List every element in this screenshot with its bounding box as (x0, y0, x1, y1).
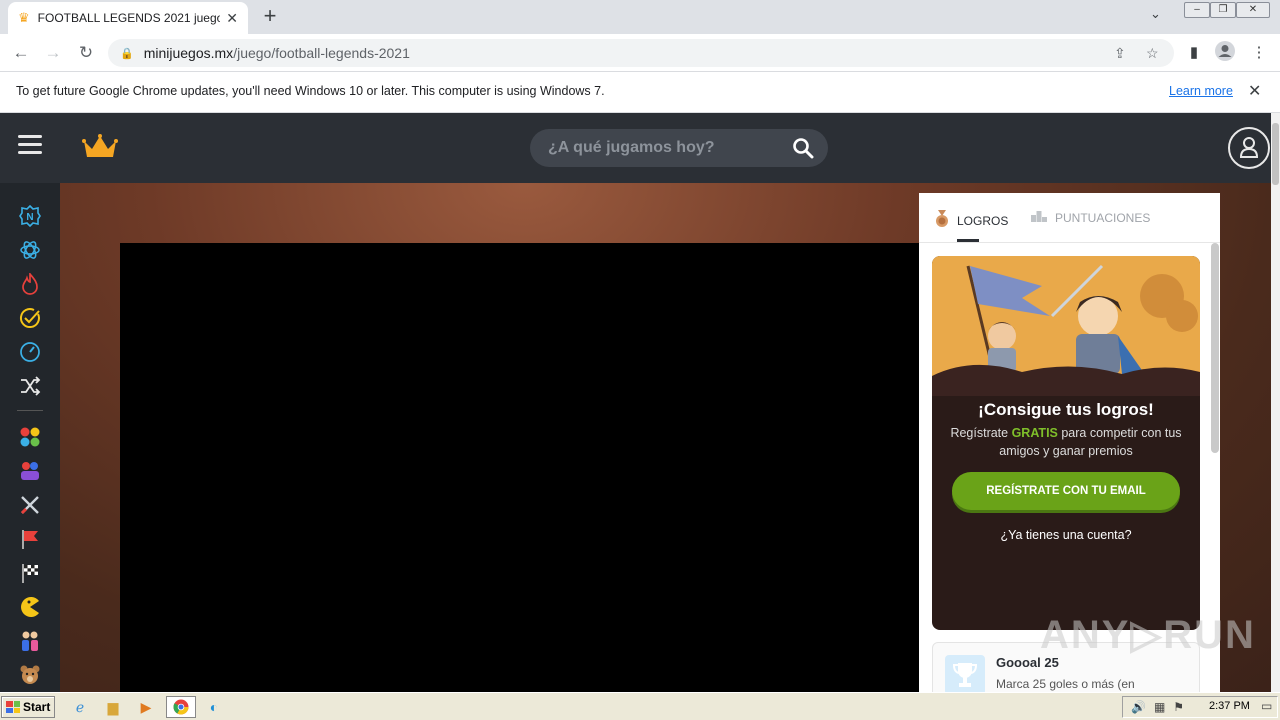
side-panel-icon[interactable]: ▮ (1181, 40, 1207, 66)
bookmark-star-icon[interactable]: ☆ (1146, 39, 1159, 67)
start-button[interactable]: Start (1, 696, 55, 718)
flag-icon[interactable] (18, 527, 42, 551)
medal-icon (935, 210, 949, 231)
learn-more-link[interactable]: Learn more (1169, 84, 1233, 98)
new-badge-icon[interactable]: N (18, 204, 42, 228)
check-circle-icon[interactable] (18, 306, 42, 330)
clock[interactable]: 2:37 PM (1209, 700, 1250, 712)
start-label: Start (23, 700, 51, 714)
multiplayer-icon[interactable] (18, 459, 42, 483)
tab-strip: ♛ FOOTBALL LEGENDS 2021 juego gra ✕ + ⌄ … (0, 0, 1280, 34)
browser-toolbar: ← → ↻ 🔒 minijuegos.mx/juego/football-leg… (0, 34, 1280, 72)
internet-explorer-icon[interactable]: ℯ (68, 696, 92, 718)
achievement-description: Marca 25 goles o más (en (996, 677, 1135, 691)
tab-close-icon[interactable]: ✕ (226, 10, 238, 27)
hamburger-menu-icon[interactable] (18, 135, 42, 159)
windows-taskbar: Start ℯ ▆ ▶ ◐ 🔊 ▦ ⚑ 2:37 PM ▭ (0, 692, 1280, 720)
back-arrow-icon[interactable]: ← (8, 40, 34, 66)
site-header (0, 113, 1280, 183)
url-domain: minijuegos.mx (143, 45, 234, 61)
update-infobar: To get future Google Chrome updates, you… (0, 72, 1280, 113)
show-desktop-icon[interactable]: ▭ (1261, 699, 1272, 713)
crown-logo-icon[interactable] (82, 133, 118, 161)
minimize-button[interactable]: – (1184, 2, 1210, 18)
user-account-button[interactable] (1228, 127, 1270, 169)
colored-dots-icon[interactable] (18, 425, 42, 449)
svg-text:N: N (26, 212, 33, 223)
windows-logo-icon (6, 701, 20, 713)
folder-icon[interactable]: ▆ (101, 696, 125, 718)
profile-icon[interactable] (1212, 40, 1238, 66)
url-text: minijuegos.mx/juego/football-legends-202… (144, 45, 410, 61)
game-canvas[interactable] (120, 243, 920, 692)
search-icon[interactable] (792, 137, 814, 159)
action-center-flag-icon[interactable]: ⚑ (1173, 700, 1184, 714)
edge-icon[interactable]: ◐ (202, 696, 226, 718)
page-scrollbar-thumb[interactable] (1272, 123, 1279, 185)
restore-button[interactable]: ❐ (1210, 2, 1236, 18)
shuffle-icon[interactable] (18, 374, 42, 398)
tab-logros[interactable]: LOGROS (935, 210, 1008, 231)
menu-kebab-icon[interactable]: ⋮ (1246, 40, 1272, 66)
sidebar-divider (17, 410, 43, 411)
infobar-close-icon[interactable]: ✕ (1248, 81, 1261, 101)
reload-icon[interactable]: ↻ (73, 40, 99, 66)
flame-icon[interactable] (18, 272, 42, 296)
active-tab-indicator (957, 239, 979, 242)
register-email-button[interactable]: REGÍSTRATE CON TU EMAIL (952, 472, 1180, 510)
infobar-message: To get future Google Chrome updates, you… (16, 84, 605, 98)
panel-tabs: LOGROS PUNTUACIONES (919, 193, 1220, 243)
category-sidebar: N (0, 183, 60, 692)
tab-puntuaciones[interactable]: PUNTUACIONES (1031, 210, 1150, 225)
speedometer-icon[interactable] (18, 340, 42, 364)
tab-title: FOOTBALL LEGENDS 2021 juego gra (37, 11, 221, 25)
podium-icon (1031, 210, 1047, 225)
atom-icon[interactable] (18, 238, 42, 262)
knights-illustration (932, 256, 1200, 396)
game-search-box[interactable] (530, 129, 828, 167)
watermark-logo: ANY▷RUN (1040, 613, 1256, 657)
achievements-promo-card: ¡Consigue tus logros! Regístrate GRATIS … (932, 256, 1200, 630)
promo-title: ¡Consigue tus logros! (978, 400, 1154, 419)
pacman-icon[interactable] (18, 595, 42, 619)
checkered-flag-icon[interactable] (18, 561, 42, 585)
chrome-taskbar-icon[interactable] (166, 696, 196, 718)
tab-search-chevron-icon[interactable]: ⌄ (1150, 6, 1161, 22)
system-tray: 🔊 ▦ ⚑ 2:37 PM ▭ (1122, 696, 1278, 718)
teddy-bear-icon[interactable] (18, 663, 42, 687)
tab-logros-label: LOGROS (957, 213, 1009, 228)
crown-favicon-icon: ♛ (18, 10, 30, 25)
url-path: /juego/football-legends-2021 (233, 45, 410, 61)
browser-tab[interactable]: ♛ FOOTBALL LEGENDS 2021 juego gra ✕ (8, 2, 248, 34)
media-player-icon[interactable]: ▶ (134, 696, 158, 718)
panel-scrollbar[interactable] (1211, 243, 1219, 453)
trophy-icon (945, 655, 985, 692)
tab-puntuaciones-label: PUNTUACIONES (1055, 210, 1151, 225)
page-scrollbar[interactable] (1271, 113, 1280, 692)
network-icon[interactable]: ▦ (1154, 700, 1165, 714)
close-window-button[interactable]: ✕ (1236, 2, 1270, 18)
promo-sub-free: GRATIS (1011, 426, 1058, 440)
address-bar[interactable]: 🔒 minijuegos.mx/juego/football-legends-2… (108, 39, 1174, 67)
forward-arrow-icon[interactable]: → (40, 40, 66, 66)
people-icon[interactable] (18, 629, 42, 653)
new-tab-button[interactable]: + (258, 4, 282, 28)
share-icon[interactable]: ⇪ (1114, 39, 1126, 67)
have-account-link[interactable]: ¿Ya tienes una cuenta? (932, 528, 1200, 542)
volume-icon[interactable]: 🔊 (1131, 700, 1146, 714)
promo-subtitle: Regístrate GRATIS para competir con tus … (950, 424, 1182, 460)
promo-sub-before: Regístrate (950, 426, 1012, 440)
lock-icon[interactable]: 🔒 (120, 47, 134, 60)
swords-icon[interactable] (18, 493, 42, 517)
game-search-input[interactable] (548, 137, 778, 159)
